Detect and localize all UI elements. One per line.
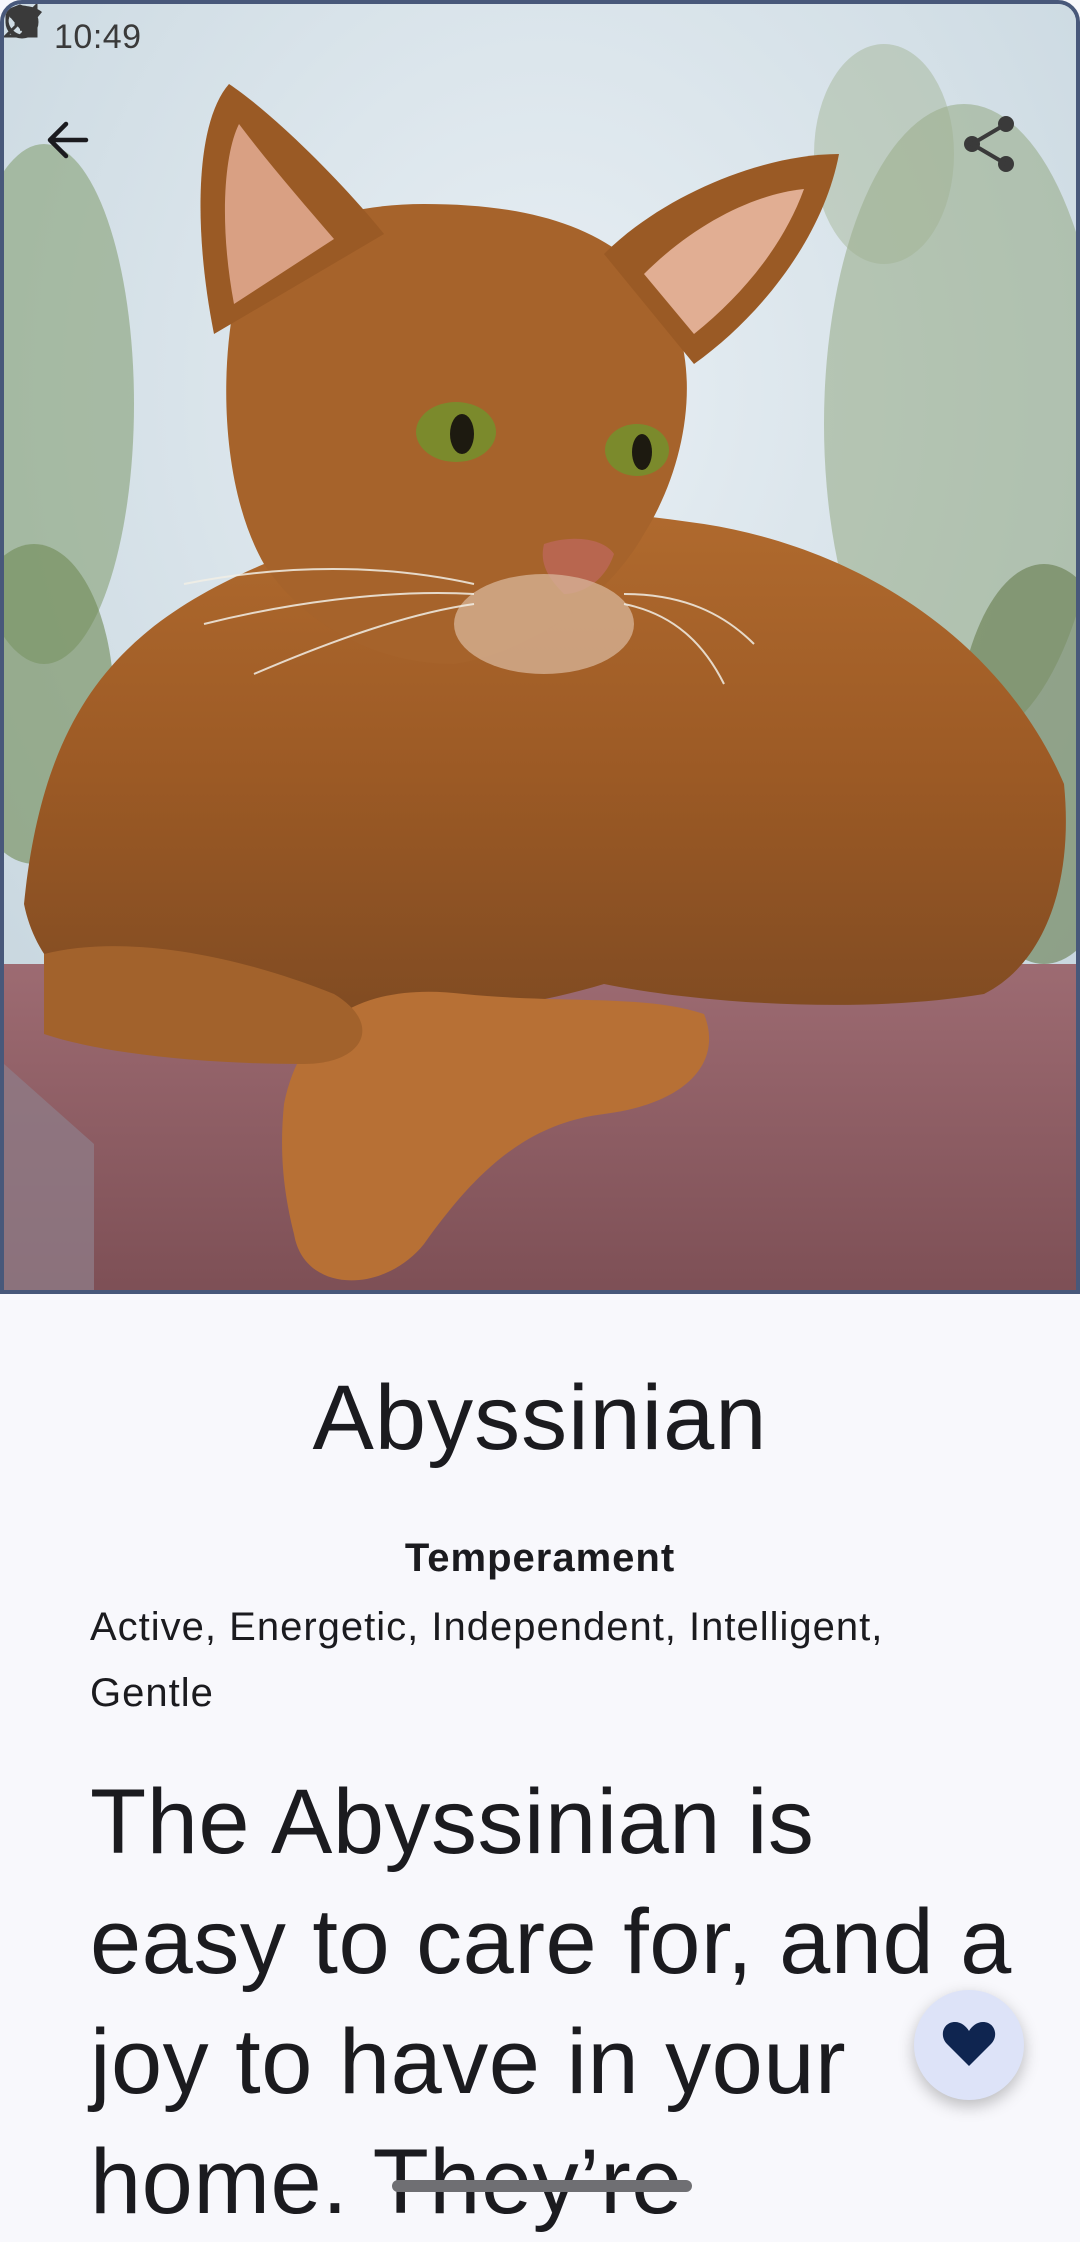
shield-icon	[5, 4, 212, 55]
temperament-value: Active, Energetic, Independent, Intellig…	[90, 1605, 884, 1715]
heart-icon	[941, 2018, 997, 2073]
status-time: 10:49	[54, 17, 142, 56]
share-button[interactable]	[962, 114, 1042, 194]
temperament-label: Temperament	[404, 1536, 676, 1580]
breed-name: Abyssinian	[312, 1367, 768, 1469]
face-icon	[5, 5, 270, 55]
gesture-nav-bar[interactable]	[392, 2180, 692, 2192]
wifi-icon	[6, 6, 944, 55]
breed-description: The Abyssinian is easy to care for, and …	[90, 1771, 1012, 2233]
signal-icon	[4, 4, 1012, 55]
status-bar: 10:49	[4, 4, 1076, 70]
cat-photo: 10:49	[0, 0, 1080, 1294]
breed-details: Abyssinian Temperament Active, Energetic…	[0, 1294, 1080, 2233]
cat-illustration	[4, 4, 1076, 1290]
back-button[interactable]	[42, 114, 122, 194]
favorite-button[interactable]	[914, 1990, 1024, 2100]
